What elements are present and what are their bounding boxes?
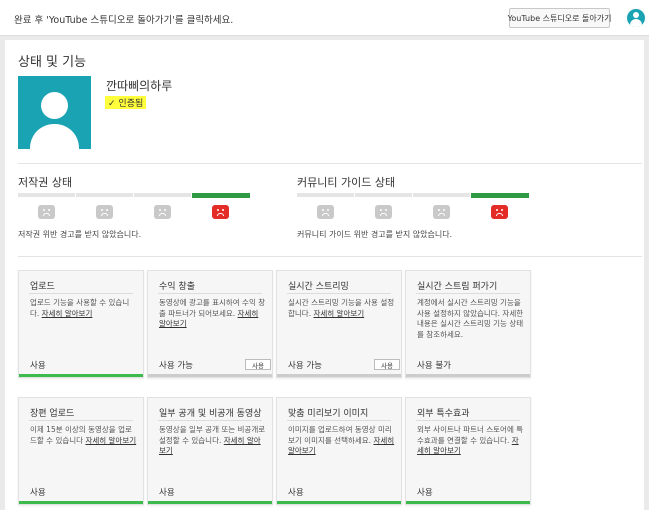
card-status: 사용 불가	[417, 361, 451, 371]
enabled-bar	[19, 374, 143, 377]
meter-segment	[18, 193, 75, 197]
meter-segment-active	[471, 193, 529, 198]
card-status: 사용	[288, 488, 304, 498]
meter-segment	[355, 193, 412, 197]
card-title: 일부 공개 및 비공개 동영상	[159, 409, 262, 419]
feature-card-unlisted-private: 일부 공개 및 비공개 동영상 동영상을 일부 공개 또는 비공개로 설정할 수…	[147, 397, 273, 505]
sad-face-icon	[433, 205, 450, 219]
channel-avatar-icon	[18, 76, 91, 149]
card-status: 사용 가능	[159, 361, 193, 371]
enable-button[interactable]: 사용	[245, 359, 271, 370]
learn-more-link[interactable]: 자세히 알아보기	[313, 309, 364, 318]
meter-segment	[76, 193, 133, 197]
card-description: 동영상을 일부 공개 또는 비공개로 설정할 수 있습니다. 자세히 알아보기	[159, 425, 266, 455]
card-status: 사용	[417, 488, 433, 498]
verified-label: 인증됨	[118, 99, 144, 109]
learn-more-link[interactable]: 자세히 알아보기	[42, 309, 93, 318]
meter-segment	[297, 193, 354, 197]
sad-face-icon	[96, 205, 113, 219]
banner-message: 완료 후 'YouTube 스튜디오로 돌아가기'를 클릭하세요.	[14, 15, 234, 26]
sad-face-active-icon	[491, 205, 508, 219]
channel-name: 깐따삐의하루	[106, 79, 173, 93]
card-status: 사용	[30, 488, 46, 498]
card-title: 맞춤 미리보기 이미지	[288, 409, 369, 419]
copyright-status-title: 저작권 상태	[18, 176, 73, 189]
meter-segment-active	[192, 193, 250, 198]
return-to-studio-button[interactable]: YouTube 스튜디오로 돌아가기	[508, 8, 611, 28]
card-description: 동영상에 광고를 표시하여 수익 창출 파트너가 되어보세요. 자세히 알아보기	[159, 298, 266, 328]
card-status: 사용	[159, 488, 175, 498]
page-title: 상태 및 기능	[18, 55, 87, 70]
enable-button[interactable]: 사용	[374, 359, 400, 370]
card-description: 이미지를 업로드하여 동영상 미리보기 이미지를 선택하세요. 자세히 알아보기	[288, 425, 395, 455]
sad-face-icon	[38, 205, 55, 219]
card-title: 업로드	[30, 282, 55, 292]
meter-segment	[413, 193, 470, 197]
feature-card-long-upload: 장편 업로드 이제 15분 이상의 동영상을 업로드할 수 있습니다 자세히 알…	[18, 397, 144, 505]
enabled-bar	[277, 501, 401, 504]
card-title: 외부 특수효과	[417, 409, 470, 419]
copyright-status-text: 저작권 위반 경고를 받지 않았습니다.	[18, 230, 142, 239]
learn-more-link[interactable]: 자세히 알아보기	[85, 436, 136, 445]
account-avatar-icon[interactable]	[627, 9, 645, 27]
sad-face-active-icon	[212, 205, 229, 219]
check-icon: ✓	[108, 99, 116, 109]
copyright-status: 저작권 상태 저작권 위반 경고를 받지 않았습니다.	[18, 174, 258, 239]
card-description: 업로드 기능을 사용할 수 있습니다. 자세히 알아보기	[30, 298, 130, 318]
enabled-bar	[406, 501, 530, 504]
card-description: 계정에서 실시간 스트리밍 기능을 사용 설정하지 않았습니다. 자세한 내용은…	[417, 298, 524, 339]
card-title: 실시간 스트리밍	[288, 282, 349, 292]
community-meter	[297, 193, 529, 198]
card-description: 이제 15분 이상의 동영상을 업로드할 수 있습니다 자세히 알아보기	[30, 425, 137, 445]
sad-face-icon	[154, 205, 171, 219]
verified-badge: ✓ 인증됨	[105, 96, 147, 109]
meter-segment	[134, 193, 191, 197]
divider	[18, 256, 642, 257]
top-banner: 완료 후 'YouTube 스튜디오로 돌아가기'를 클릭하세요. YouTub…	[0, 0, 649, 36]
feature-card-live-embed: 실시간 스트림 퍼가기 계정에서 실시간 스트리밍 기능을 사용 설정하지 않았…	[405, 270, 531, 378]
card-description: 외부 사이트나 파트너 스토어에 특수효과를 연결할 수 있습니다. 자세히 알…	[417, 425, 524, 455]
card-description: 실시간 스트리밍 기능을 사용 설정합니다. 자세히 알아보기	[288, 298, 395, 318]
feature-card-custom-thumbnail: 맞춤 미리보기 이미지 이미지를 업로드하여 동영상 미리보기 이미지를 선택하…	[276, 397, 402, 505]
copyright-meter	[18, 193, 250, 198]
enabled-bar	[148, 501, 272, 504]
feature-card-external-annotations: 외부 특수효과 외부 사이트나 파트너 스토어에 특수효과를 연결할 수 있습니…	[405, 397, 531, 505]
sad-face-icon	[375, 205, 392, 219]
feature-card-upload: 업로드 업로드 기능을 사용할 수 있습니다. 자세히 알아보기 사용	[18, 270, 144, 378]
status-features-panel: 상태 및 기능 깐따삐의하루 ✓ 인증됨 저작권 상태 저작권 위반 경고를 받…	[5, 40, 644, 510]
enabled-bar	[19, 501, 143, 504]
status-bar	[277, 374, 401, 377]
status-bar	[406, 374, 530, 377]
community-status: 커뮤니티 가이드 상태 커뮤니티 가이드 위반 경고를 받지 않았습니다.	[297, 174, 537, 239]
community-status-text: 커뮤니티 가이드 위반 경고를 받지 않았습니다.	[297, 230, 453, 239]
card-title: 장편 업로드	[30, 409, 75, 419]
divider	[18, 163, 642, 164]
status-bar	[148, 374, 272, 377]
feature-card-live-streaming: 실시간 스트리밍 실시간 스트리밍 기능을 사용 설정합니다. 자세히 알아보기…	[276, 270, 402, 378]
card-title: 실시간 스트림 퍼가기	[417, 282, 498, 292]
card-status: 사용	[30, 361, 46, 371]
card-title: 수익 창출	[159, 282, 195, 292]
community-status-title: 커뮤니티 가이드 상태	[297, 176, 396, 189]
card-status: 사용 가능	[288, 361, 322, 371]
feature-card-monetization: 수익 창출 동영상에 광고를 표시하여 수익 창출 파트너가 되어보세요. 자세…	[147, 270, 273, 378]
sad-face-icon	[317, 205, 334, 219]
